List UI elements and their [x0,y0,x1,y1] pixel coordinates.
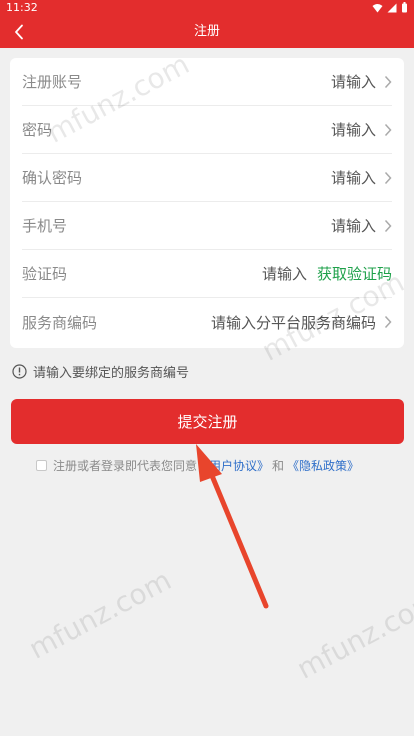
watermark: mfunz.com [23,563,177,666]
form-row-confirm-password[interactable]: 确认密码 请输入 [22,154,392,202]
form-row-label: 手机号 [22,217,68,235]
status-icons [372,2,408,13]
form-row-phone[interactable]: 手机号 请输入 [22,202,392,250]
battery-icon [402,2,407,13]
chevron-right-icon [384,75,392,89]
hint-text: 请输入要绑定的服务商编号 [33,366,190,381]
privacy-policy-link[interactable]: 《隐私政策》 [287,457,359,474]
form-row-account[interactable]: 注册账号 请输入 [22,58,392,106]
watermark: mfunz.com [291,583,414,686]
info-icon [12,364,27,379]
agreement-prefix: 注册或者登录即代表您同意 [53,459,198,473]
agreement-checkbox[interactable] [36,460,47,471]
user-agreement-link[interactable]: 《用户协议》 [197,457,269,474]
phone-input[interactable]: 请输入 [331,215,376,236]
verification-code-input[interactable]: 请输入 [262,263,307,284]
chevron-right-icon [384,123,392,137]
page-title: 注册 [193,24,220,39]
form-row-label: 验证码 [22,265,68,283]
chevron-right-icon [384,171,392,185]
status-bar: 11:32 [0,0,414,15]
confirm-password-input[interactable]: 请输入 [331,167,376,188]
form-row-label: 服务商编码 [22,313,98,332]
form-row-verification-code[interactable]: 验证码 请输入 获取验证码 [22,250,392,298]
form-row-label: 确认密码 [22,169,83,187]
app-bar: 注册 [0,15,414,48]
agreement-connector: 和 [272,459,285,473]
agreement-row: 注册或者登录即代表您同意 《用户协议》 和 《隐私政策》 [36,457,359,474]
signal-icon [387,3,397,12]
wifi-icon [372,3,383,12]
chevron-right-icon [384,315,392,329]
submit-registration-button[interactable]: 提交注册 [11,399,404,444]
account-input[interactable]: 请输入 [331,71,376,92]
form-row-label: 注册账号 [22,73,83,91]
status-time: 11:32 [6,1,38,14]
provider-code-hint: 请输入要绑定的服务商编号 [12,362,189,381]
password-input[interactable]: 请输入 [331,119,376,140]
chevron-right-icon [384,219,392,233]
